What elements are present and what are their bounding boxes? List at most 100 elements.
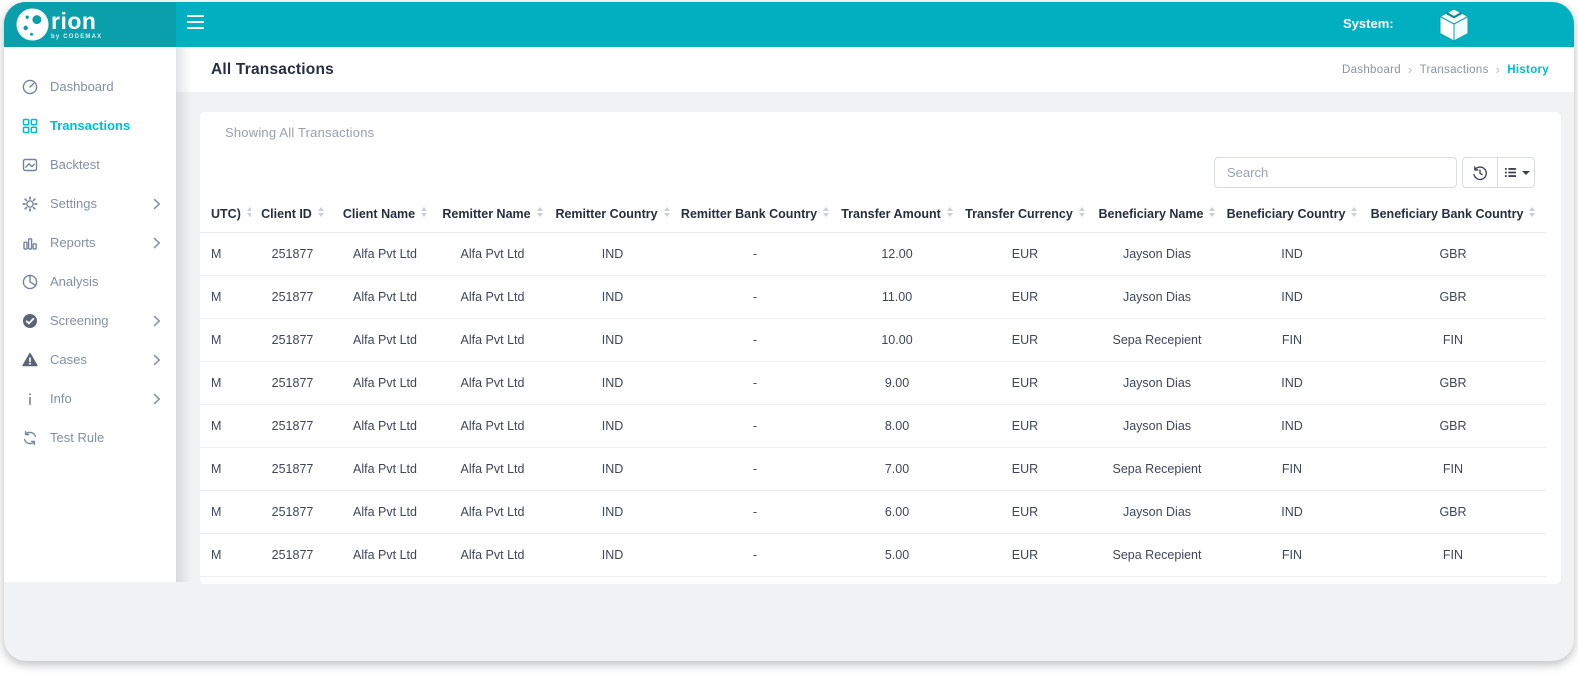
list-view-button[interactable] bbox=[1497, 157, 1535, 188]
table-cell: Jayson Dias bbox=[1090, 361, 1224, 404]
table-cell: EUR bbox=[960, 232, 1090, 275]
table-cell: EUR bbox=[960, 361, 1090, 404]
sidebar-item-label: Cases bbox=[50, 352, 87, 367]
brand-logo: rion by CODEMAX bbox=[4, 2, 176, 47]
column-header-beneficiary-country[interactable]: Beneficiary Country bbox=[1224, 196, 1360, 232]
table-row[interactable]: M251877Alfa Pvt LtdAlfa Pvt LtdIND-9.00E… bbox=[200, 361, 1546, 404]
sidebar-item-label: Backtest bbox=[50, 157, 100, 172]
table-cell: 251877 bbox=[251, 447, 334, 490]
table-cell: M bbox=[200, 275, 251, 318]
sidebar-item-info[interactable]: Info bbox=[4, 379, 176, 418]
table-cell: 8.00 bbox=[834, 404, 960, 447]
sidebar-item-label: Settings bbox=[50, 196, 97, 211]
table-cell: IND bbox=[549, 533, 676, 576]
table-row[interactable]: M251877Alfa Pvt LtdAlfa Pvt LtdIND-12.00… bbox=[200, 232, 1546, 275]
table-row[interactable]: M251877Alfa Pvt LtdAlfa Pvt LtdIND-6.00E… bbox=[200, 490, 1546, 533]
table-row[interactable]: M251877Alfa Pvt LtdAlfa Pvt LtdIND-11.00… bbox=[200, 275, 1546, 318]
table-row[interactable]: M251877Alfa Pvt LtdAlfa Pvt LtdIND-7.00E… bbox=[200, 447, 1546, 490]
column-header-client-id[interactable]: Client ID bbox=[251, 196, 334, 232]
table-cell: Alfa Pvt Ltd bbox=[334, 404, 436, 447]
table-cell: 251877 bbox=[251, 533, 334, 576]
sidebar-item-backtest[interactable]: Backtest bbox=[4, 145, 176, 184]
table-cell: M bbox=[200, 404, 251, 447]
sort-icon bbox=[1079, 207, 1085, 217]
table-cell: IND bbox=[1224, 490, 1360, 533]
sidebar-item-screening[interactable]: Screening bbox=[4, 301, 176, 340]
sidebar-item-label: Dashboard bbox=[50, 79, 114, 94]
column-header-transfer-amount[interactable]: Transfer Amount bbox=[834, 196, 960, 232]
table-cell: Sepa Recepient bbox=[1090, 447, 1224, 490]
sidebar-item-cases[interactable]: Cases bbox=[4, 340, 176, 379]
sidebar-shadow bbox=[176, 47, 191, 582]
sidebar-item-analysis[interactable]: Analysis bbox=[4, 262, 176, 301]
sidebar-item-label: Info bbox=[50, 391, 72, 406]
breadcrumb-transactions[interactable]: Transactions bbox=[1420, 64, 1489, 76]
sidebar-item-dashboard[interactable]: Dashboard bbox=[4, 67, 176, 106]
column-header-utc[interactable]: UTC) bbox=[200, 196, 251, 232]
table-cell: Alfa Pvt Ltd bbox=[436, 361, 549, 404]
search-input[interactable] bbox=[1214, 157, 1457, 188]
column-header-remitter-bank-country[interactable]: Remitter Bank Country bbox=[676, 196, 834, 232]
table-cell: EUR bbox=[960, 404, 1090, 447]
column-header-remitter-name[interactable]: Remitter Name bbox=[436, 196, 549, 232]
table-cell: 6.00 bbox=[834, 490, 960, 533]
table-cell: IND bbox=[549, 447, 676, 490]
sort-icon bbox=[318, 207, 324, 217]
sort-icon bbox=[247, 207, 251, 217]
table-cell: - bbox=[676, 490, 834, 533]
system-cube-icon[interactable] bbox=[1437, 7, 1471, 43]
table-cell: 12.00 bbox=[834, 232, 960, 275]
grid-icon bbox=[21, 117, 39, 135]
bar-chart-icon bbox=[21, 234, 39, 252]
check-circle-icon bbox=[21, 312, 39, 330]
sidebar-item-reports[interactable]: Reports bbox=[4, 223, 176, 262]
pie-chart-icon bbox=[21, 273, 39, 291]
sidebar-item-test-rule[interactable]: Test Rule bbox=[4, 418, 176, 457]
table-cell: - bbox=[676, 533, 834, 576]
sidebar-item-settings[interactable]: Settings bbox=[4, 184, 176, 223]
table-cell: Alfa Pvt Ltd bbox=[436, 490, 549, 533]
table-cell: IND bbox=[549, 275, 676, 318]
sidebar: Dashboard Transactions Backtest bbox=[4, 47, 176, 582]
table-cell: GBR bbox=[1360, 232, 1546, 275]
sidebar-item-transactions[interactable]: Transactions bbox=[4, 106, 176, 145]
breadcrumb-dashboard[interactable]: Dashboard bbox=[1342, 64, 1401, 76]
column-header-remitter-country[interactable]: Remitter Country bbox=[549, 196, 676, 232]
table-row[interactable]: M251877Alfa Pvt LtdAlfa Pvt LtdIND-8.00E… bbox=[200, 404, 1546, 447]
breadcrumb-separator: › bbox=[1496, 62, 1501, 77]
table-cell: - bbox=[676, 447, 834, 490]
table-cell: Alfa Pvt Ltd bbox=[334, 447, 436, 490]
gauge-icon bbox=[21, 78, 39, 96]
table-cell: 7.00 bbox=[834, 447, 960, 490]
table-cell: IND bbox=[549, 490, 676, 533]
table-cell: Alfa Pvt Ltd bbox=[436, 404, 549, 447]
transactions-table: UTC) Client ID Client Name Remitter Name… bbox=[200, 196, 1546, 577]
table-cell: Jayson Dias bbox=[1090, 275, 1224, 318]
table-cell: - bbox=[676, 404, 834, 447]
column-header-beneficiary-bank-country[interactable]: Beneficiary Bank Country bbox=[1360, 196, 1546, 232]
table-cell: Alfa Pvt Ltd bbox=[334, 232, 436, 275]
sort-icon bbox=[421, 207, 427, 217]
brand-name: rion by CODEMAX bbox=[51, 10, 102, 40]
table-row[interactable]: M251877Alfa Pvt LtdAlfa Pvt LtdIND-5.00E… bbox=[200, 533, 1546, 576]
orion-moon-logo-icon bbox=[15, 7, 50, 42]
column-header-client-name[interactable]: Client Name bbox=[334, 196, 436, 232]
column-header-beneficiary-name[interactable]: Beneficiary Name bbox=[1090, 196, 1224, 232]
sort-icon bbox=[947, 207, 953, 217]
sort-icon bbox=[664, 207, 670, 217]
table-cell: Alfa Pvt Ltd bbox=[334, 361, 436, 404]
sidebar-item-label: Screening bbox=[50, 313, 109, 328]
list-icon bbox=[1503, 165, 1518, 180]
breadcrumb-separator: › bbox=[1408, 62, 1413, 77]
history-button[interactable] bbox=[1462, 157, 1497, 188]
history-icon bbox=[1472, 165, 1488, 181]
table-row[interactable]: M251877Alfa Pvt LtdAlfa Pvt LtdIND-10.00… bbox=[200, 318, 1546, 361]
table-cell: M bbox=[200, 318, 251, 361]
table-cell: FIN bbox=[1360, 533, 1546, 576]
table-cell: Alfa Pvt Ltd bbox=[334, 318, 436, 361]
sidebar-item-label: Reports bbox=[50, 235, 96, 250]
table-cell: GBR bbox=[1360, 404, 1546, 447]
sort-icon bbox=[823, 207, 829, 217]
hamburger-menu-icon[interactable] bbox=[187, 15, 204, 29]
column-header-transfer-currency[interactable]: Transfer Currency bbox=[960, 196, 1090, 232]
